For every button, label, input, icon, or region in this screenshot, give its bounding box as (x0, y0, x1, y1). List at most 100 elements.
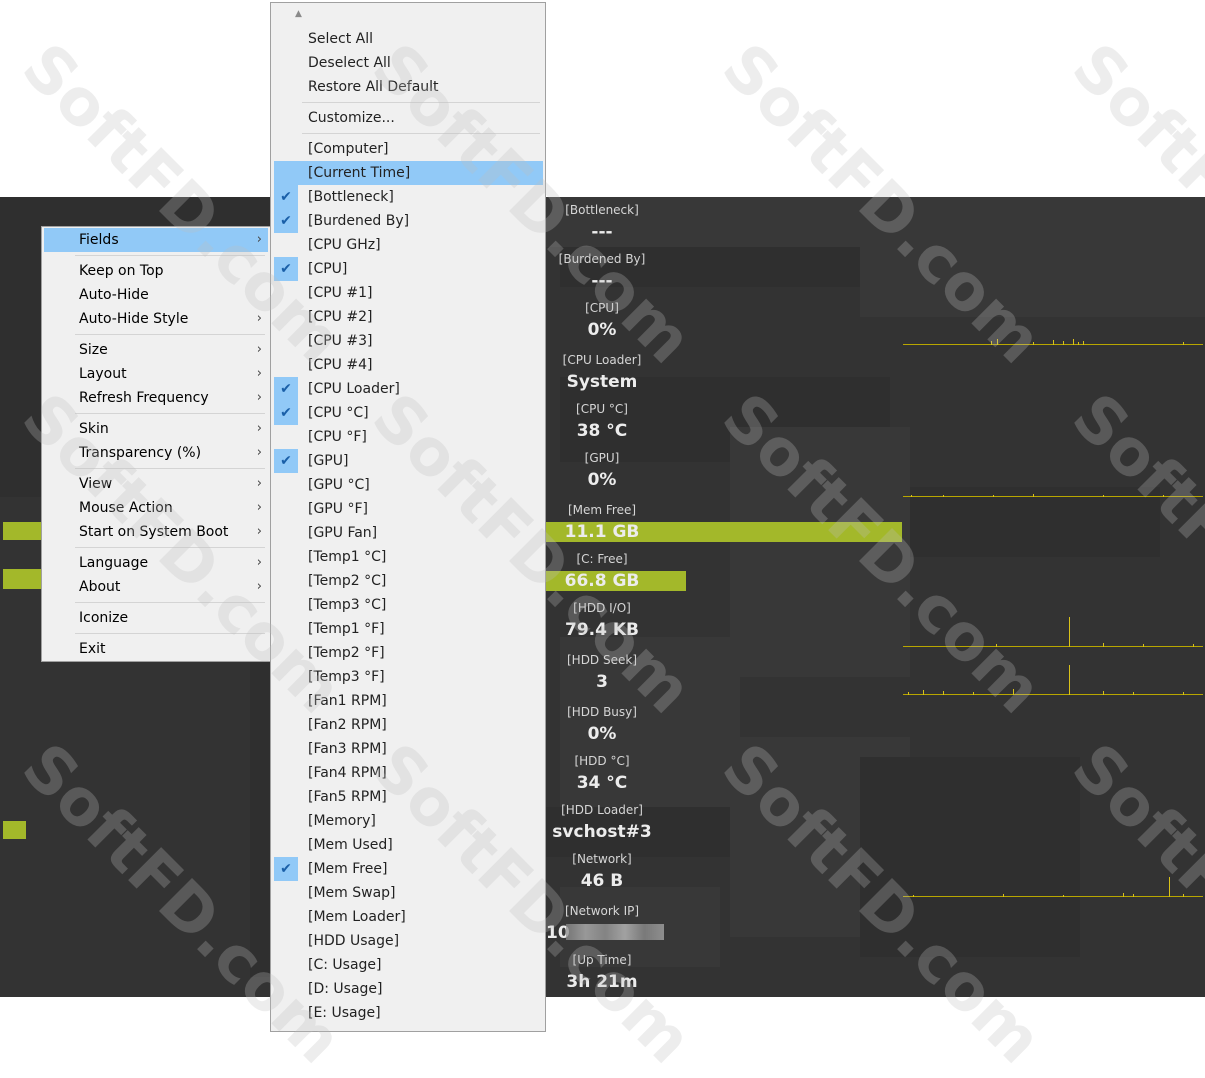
check-icon: ✔ (274, 257, 298, 281)
field-option[interactable]: [CPU °F] (274, 425, 543, 449)
check-icon: ✔ (274, 449, 298, 473)
graph-spike (1053, 340, 1054, 345)
menu-item-exit[interactable]: Exit (44, 637, 268, 661)
field-option[interactable]: [GPU °F] (274, 497, 543, 521)
field-value: 11.1 GB (564, 522, 640, 542)
menu-item-keep-on-top[interactable]: Keep on Top (44, 259, 268, 283)
context-menu: Fields › Keep on Top Auto-Hide Auto-Hide Sty… (41, 226, 271, 662)
field-option[interactable]: [D: Usage] (274, 977, 543, 1001)
graph-spike (1163, 495, 1164, 497)
left-bar-segment (3, 821, 26, 839)
graph-spike (1003, 894, 1004, 897)
field-option-label: [Mem Loader] (308, 909, 406, 925)
field-option[interactable]: [Fan4 RPM] (274, 761, 543, 785)
field-value: 0% (587, 724, 617, 744)
field-label: [HDD Seek] (566, 653, 637, 667)
menu-item-label: Customize... (308, 110, 395, 126)
chevron-right-icon: › (256, 421, 262, 436)
field-option[interactable]: [Temp2 °C] (274, 569, 543, 593)
field-value: --- (591, 271, 613, 291)
customize-item[interactable]: Customize... (274, 106, 543, 130)
field-option[interactable]: [Current Time] (274, 161, 543, 185)
check-icon: ✔ (274, 185, 298, 209)
field-option-label: [GPU °F] (308, 501, 368, 517)
field-option[interactable]: [Memory] (274, 809, 543, 833)
field-option-label: [D: Usage] (308, 981, 383, 997)
menu-item-start-on-system-boot[interactable]: Start on System Boot › (44, 520, 268, 544)
menu-item-size[interactable]: Size › (44, 338, 268, 362)
menu-item-iconize[interactable]: Iconize (44, 606, 268, 630)
menu-item-language[interactable]: Language › (44, 551, 268, 575)
field-option[interactable]: ✔ [CPU Loader] (274, 377, 543, 401)
field-option[interactable]: ✔ [Bottleneck] (274, 185, 543, 209)
field-option[interactable]: ✔ [GPU] (274, 449, 543, 473)
menu-item-auto-hide[interactable]: Auto-Hide (44, 283, 268, 307)
field-option[interactable]: [Fan5 RPM] (274, 785, 543, 809)
fields-action-restore-all-default[interactable]: Restore All Default (274, 75, 543, 99)
scroll-up-icon[interactable]: ▲ (295, 9, 302, 19)
field-option[interactable]: [GPU °C] (274, 473, 543, 497)
left-bar-segment (3, 522, 43, 540)
graph-spike (1103, 495, 1104, 497)
field-option[interactable]: ✔ [Burdened By] (274, 209, 543, 233)
graph-spike (973, 692, 974, 695)
field-option[interactable]: [Temp1 °C] (274, 545, 543, 569)
chevron-right-icon: › (256, 579, 262, 594)
field-option[interactable]: [Computer] (274, 137, 543, 161)
field-option[interactable]: [CPU #1] (274, 281, 543, 305)
field-option[interactable]: [Temp1 °F] (274, 617, 543, 641)
hdd-seek-graph (903, 660, 1203, 695)
field-option-label: [Fan3 RPM] (308, 741, 387, 757)
field-option[interactable]: ✔ [CPU °C] (274, 401, 543, 425)
menu-item-auto-hide-style[interactable]: Auto-Hide Style › (44, 307, 268, 331)
menu-separator (302, 102, 540, 103)
graph-spike (1069, 665, 1070, 695)
field-option[interactable]: [Mem Loader] (274, 905, 543, 929)
menu-separator (75, 255, 265, 256)
field-option[interactable]: [GPU Fan] (274, 521, 543, 545)
menu-item-layout[interactable]: Layout › (44, 362, 268, 386)
field-option-label: [Memory] (308, 813, 376, 829)
field-option[interactable]: [Fan1 RPM] (274, 689, 543, 713)
field-option[interactable]: [CPU #3] (274, 329, 543, 353)
menu-item-label: Language (79, 555, 149, 571)
graph-spike (996, 644, 997, 647)
field-option-label: [CPU #1] (308, 285, 373, 301)
field-option-label: [Temp2 °C] (308, 573, 387, 589)
field-option[interactable]: [CPU GHz] (274, 233, 543, 257)
menu-item-mouse-action[interactable]: Mouse Action › (44, 496, 268, 520)
fields-action-deselect-all[interactable]: Deselect All (274, 51, 543, 75)
fields-action-select-all[interactable]: Select All (274, 27, 543, 51)
field-option[interactable]: [Temp3 °C] (274, 593, 543, 617)
menu-item-fields[interactable]: Fields › (44, 228, 268, 252)
menu-item-view[interactable]: View › (44, 472, 268, 496)
field-option[interactable]: [CPU #4] (274, 353, 543, 377)
menu-item-refresh-frequency[interactable]: Refresh Frequency › (44, 386, 268, 410)
field-option[interactable]: ✔ [CPU] (274, 257, 543, 281)
field-option[interactable]: [Temp3 °F] (274, 665, 543, 689)
field-value: 0% (587, 320, 617, 340)
field-option[interactable]: [Fan2 RPM] (274, 713, 543, 737)
menu-item-skin[interactable]: Skin › (44, 417, 268, 441)
menu-item-transparency[interactable]: Transparency (%) › (44, 441, 268, 465)
field-option[interactable]: [Temp2 °F] (274, 641, 543, 665)
field-option[interactable]: [E: Usage] (274, 1001, 543, 1025)
chevron-right-icon: › (256, 445, 262, 460)
redacted-ip-block (566, 924, 664, 940)
field-option[interactable]: [Mem Swap] (274, 881, 543, 905)
field-option[interactable]: [Mem Used] (274, 833, 543, 857)
field-option[interactable]: [C: Usage] (274, 953, 543, 977)
field-label: [CPU Loader] (562, 353, 642, 367)
menu-item-label: Keep on Top (79, 263, 164, 279)
field-value: 3h 21m (566, 972, 638, 992)
menu-item-about[interactable]: About › (44, 575, 268, 599)
field-option[interactable]: [Fan3 RPM] (274, 737, 543, 761)
field-option-label: [CPU #4] (308, 357, 373, 373)
menu-separator (75, 602, 265, 603)
field-option[interactable]: ✔ [Mem Free] (274, 857, 543, 881)
menu-item-label: Transparency (%) (79, 445, 202, 461)
field-option-label: [GPU °C] (308, 477, 370, 493)
menu-item-label: Mouse Action (79, 500, 173, 516)
field-option[interactable]: [CPU #2] (274, 305, 543, 329)
field-option[interactable]: [HDD Usage] (274, 929, 543, 953)
